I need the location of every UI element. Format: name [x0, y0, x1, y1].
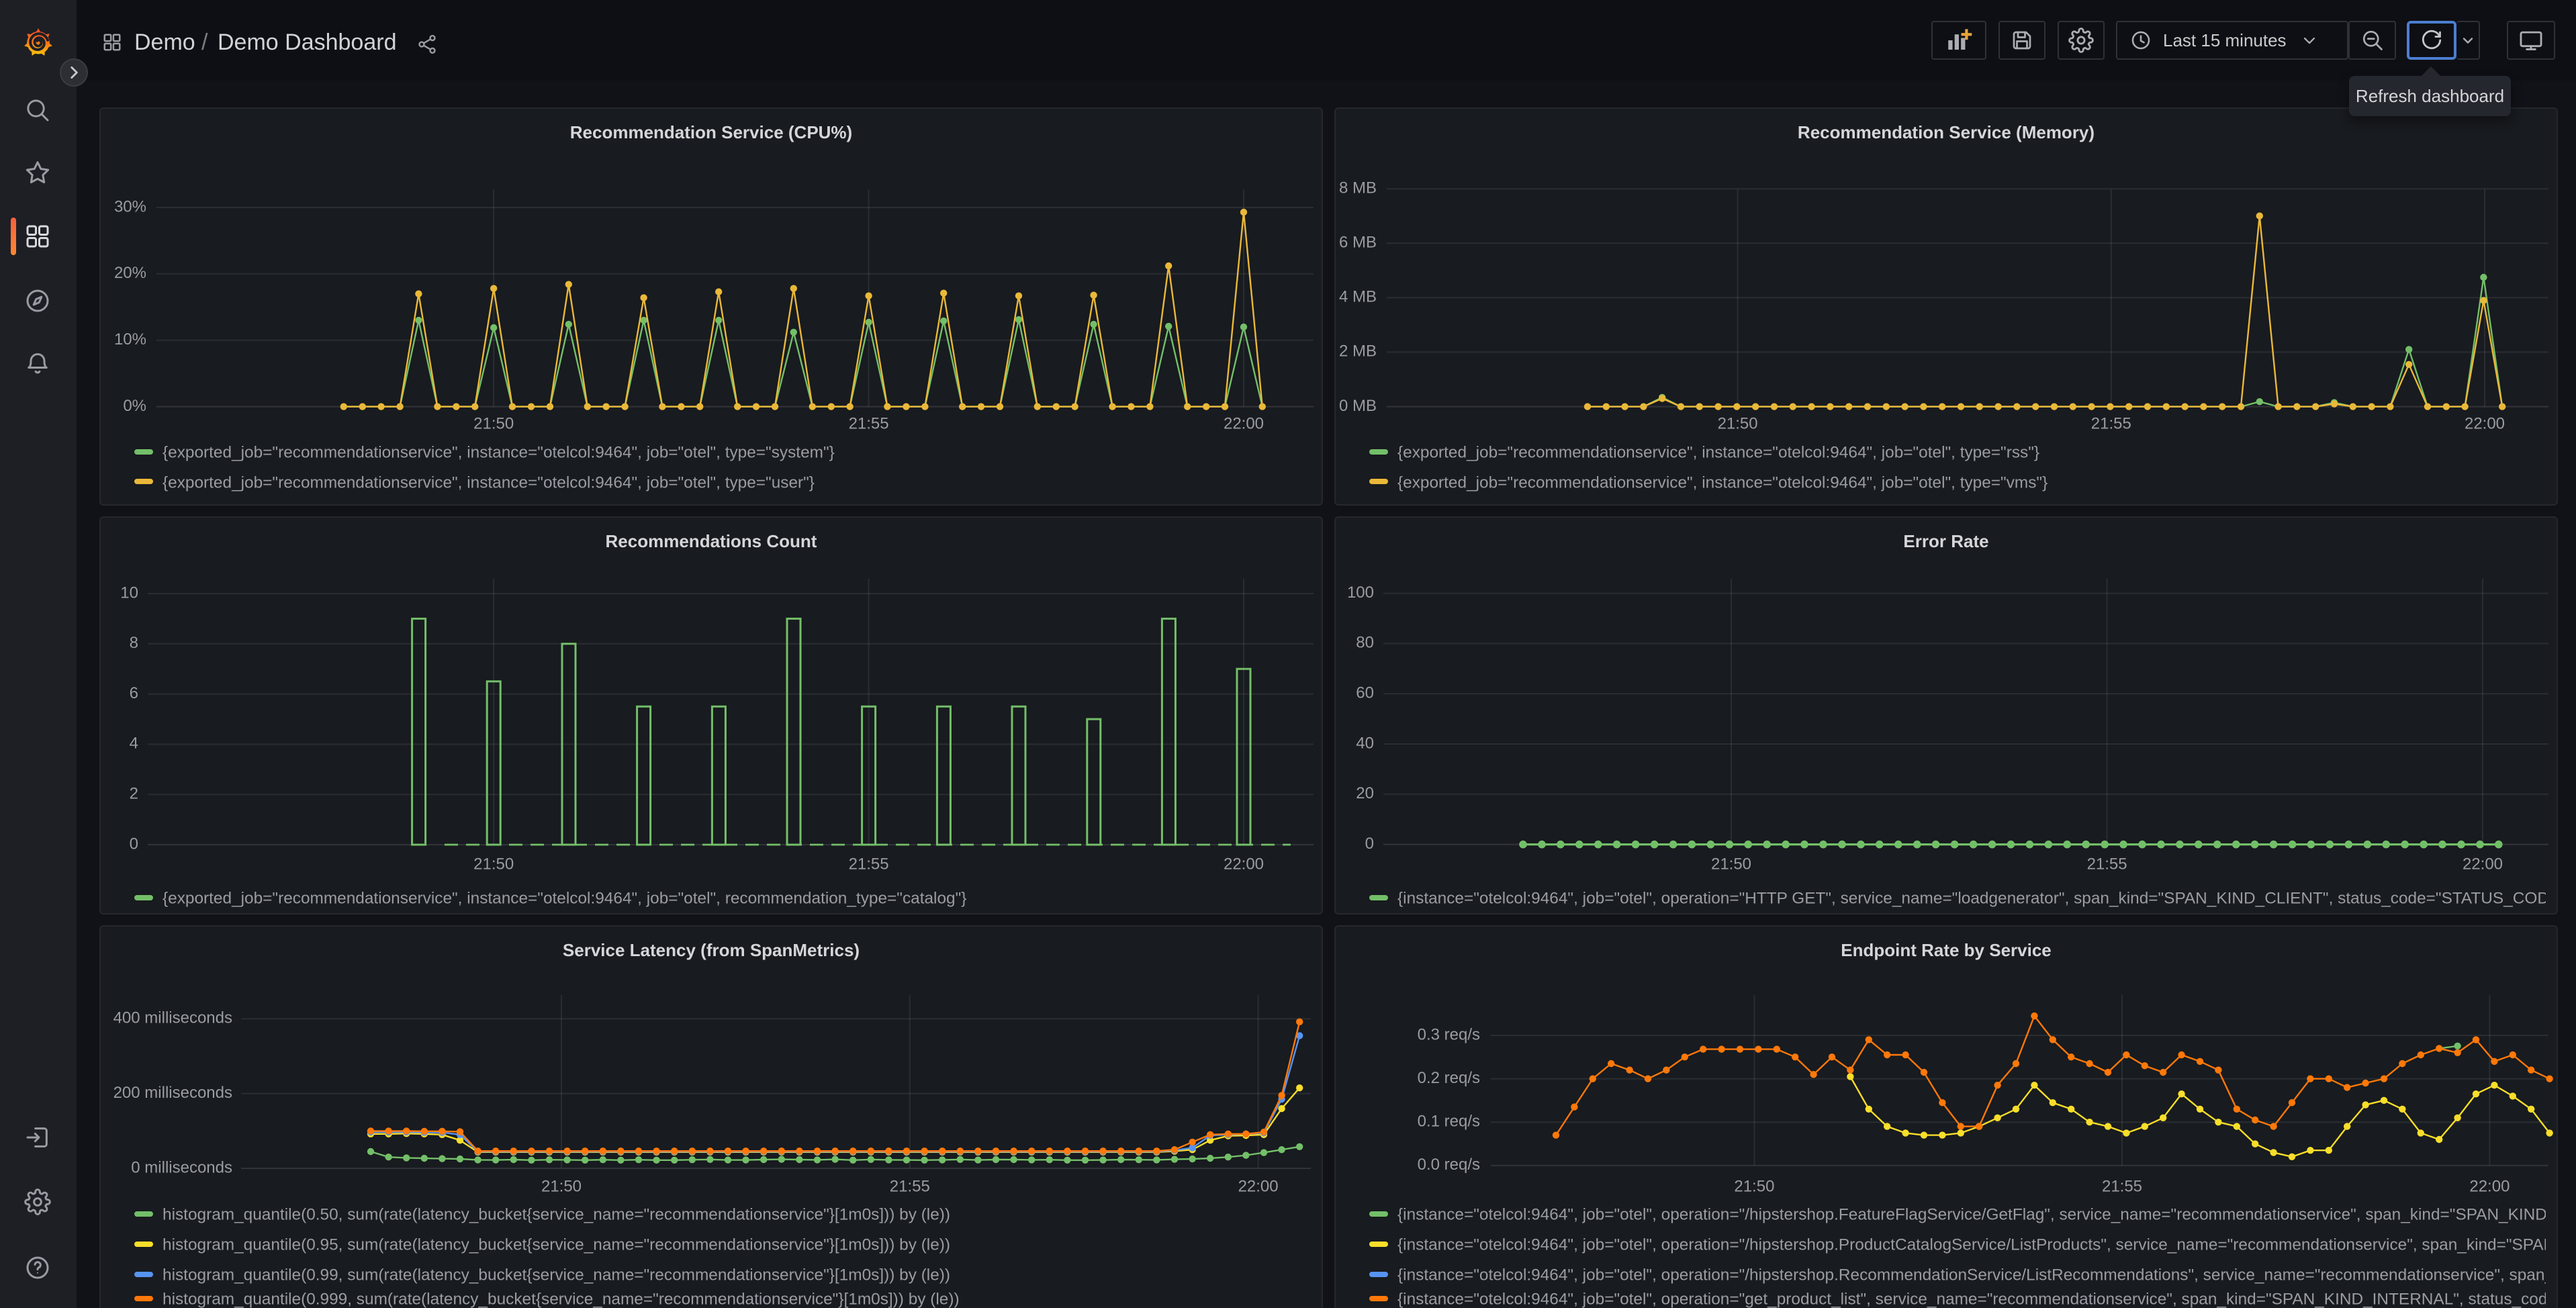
svg-text:0: 0 [1365, 835, 1374, 853]
svg-text:60: 60 [1356, 684, 1374, 702]
svg-text:21:50: 21:50 [1718, 414, 1758, 432]
svg-text:6: 6 [130, 684, 138, 702]
svg-text:100: 100 [1347, 583, 1374, 602]
svg-text:22:00: 22:00 [2469, 1177, 2510, 1195]
svg-text:22:00: 22:00 [1224, 855, 1264, 873]
svg-text:200 milliseconds: 200 milliseconds [113, 1084, 232, 1102]
svg-text:21:55: 21:55 [890, 1177, 930, 1195]
svg-text:21:55: 21:55 [2102, 1177, 2142, 1195]
svg-text:21:55: 21:55 [849, 414, 889, 432]
svg-text:22:00: 22:00 [2465, 414, 2505, 432]
svg-text:0 MB: 0 MB [1339, 397, 1377, 415]
svg-text:2: 2 [130, 785, 138, 803]
svg-text:40: 40 [1356, 734, 1374, 752]
svg-text:21:50: 21:50 [473, 414, 514, 432]
svg-text:20%: 20% [114, 264, 146, 282]
svg-text:22:00: 22:00 [1224, 414, 1264, 432]
svg-text:0.1 req/s: 0.1 req/s [1418, 1113, 1480, 1131]
svg-text:4: 4 [130, 735, 138, 753]
svg-text:8 MB: 8 MB [1339, 179, 1377, 197]
svg-text:20: 20 [1356, 784, 1374, 802]
svg-text:22:00: 22:00 [2463, 855, 2503, 873]
svg-text:21:55: 21:55 [849, 855, 889, 873]
svg-text:0.0 req/s: 0.0 req/s [1418, 1156, 1480, 1174]
svg-text:10%: 10% [114, 330, 146, 348]
svg-text:2 MB: 2 MB [1339, 342, 1377, 361]
svg-text:4 MB: 4 MB [1339, 288, 1377, 306]
svg-text:0: 0 [130, 835, 138, 853]
svg-text:0.3 req/s: 0.3 req/s [1418, 1025, 1480, 1043]
svg-text:30%: 30% [114, 197, 146, 216]
svg-text:21:50: 21:50 [1734, 1177, 1774, 1195]
svg-text:80: 80 [1356, 634, 1374, 652]
svg-text:21:55: 21:55 [2091, 414, 2131, 432]
svg-text:8: 8 [130, 634, 138, 652]
svg-text:0%: 0% [123, 397, 146, 415]
svg-text:10: 10 [120, 583, 138, 602]
svg-text:21:50: 21:50 [473, 855, 514, 873]
svg-text:0 milliseconds: 0 milliseconds [131, 1158, 232, 1176]
svg-text:400 milliseconds: 400 milliseconds [113, 1009, 232, 1027]
svg-text:22:00: 22:00 [1238, 1177, 1279, 1195]
svg-text:6 MB: 6 MB [1339, 234, 1377, 252]
svg-text:21:50: 21:50 [1711, 855, 1751, 873]
svg-text:0.2 req/s: 0.2 req/s [1418, 1069, 1480, 1087]
svg-text:21:55: 21:55 [2087, 855, 2127, 873]
svg-text:21:50: 21:50 [541, 1177, 582, 1195]
